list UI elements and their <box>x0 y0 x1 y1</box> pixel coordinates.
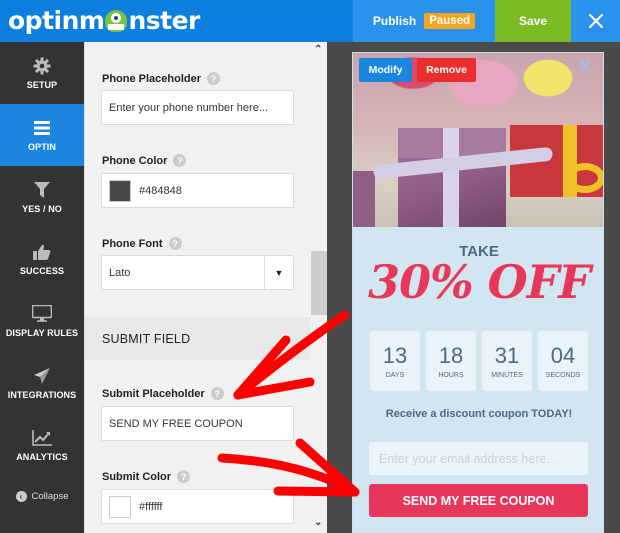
remove-image-button[interactable]: Remove <box>417 58 476 82</box>
help-icon[interactable]: ? <box>173 154 187 167</box>
optin-subtext: Receive a discount coupon TODAY! <box>385 408 573 420</box>
sidebar: SETUP OPTIN YES / NO SUCCESS DISPLAY RUL… <box>0 42 84 533</box>
gear-icon <box>32 57 52 75</box>
left-gift-shape <box>353 171 375 227</box>
help-icon[interactable]: ? <box>210 387 224 400</box>
sidebar-item-label: INTEGRATIONS <box>7 389 77 400</box>
help-icon[interactable]: ? <box>168 237 182 250</box>
filter-icon <box>32 181 52 199</box>
phone-color-label: Phone Color ? <box>102 154 187 167</box>
phone-placeholder-label: Phone Placeholder ? <box>102 72 221 85</box>
collapse-label: Collapse <box>31 490 69 502</box>
sidebar-item-label: SUCCESS <box>19 265 65 276</box>
optin-preview: Modify Remove ✖ TAKE 30% OFF 13 DAYS 18 … <box>352 52 604 533</box>
arrow-left-circle-icon: ‹ <box>15 490 27 502</box>
countdown-value: 31 <box>494 343 520 368</box>
color-swatch[interactable] <box>109 179 131 202</box>
modify-image-button[interactable]: Modify <box>359 58 412 82</box>
logo-text-left: optinm <box>8 5 105 35</box>
countdown-hours: 18 HOURS <box>426 331 476 391</box>
monitor-icon <box>32 305 52 323</box>
logo-text-right: nster <box>128 5 200 35</box>
help-icon[interactable]: ? <box>207 72 221 85</box>
sidebar-item-yes-no[interactable]: YES / NO <box>0 166 84 228</box>
countdown-value: 04 <box>550 343 576 368</box>
submit-color-input[interactable]: #ffffff <box>101 489 294 524</box>
ribbon-vertical-shape <box>443 128 459 227</box>
sidebar-item-label: ANALYTICS <box>16 451 68 462</box>
popup-close-icon[interactable]: ✖ <box>578 56 591 76</box>
collapse-button[interactable]: ‹ Collapse <box>0 476 84 516</box>
countdown-unit: HOURS <box>438 372 464 379</box>
publish-label: Publish <box>372 14 417 28</box>
color-swatch[interactable] <box>109 495 131 518</box>
submit-coupon-button[interactable]: SEND MY FREE COUPON <box>369 484 588 517</box>
caret-down-icon[interactable]: ▼ <box>264 256 293 289</box>
scroll-down-icon[interactable]: ⌄ <box>314 517 322 528</box>
label-text: Submit Color <box>102 470 172 483</box>
section-title-submit-field[interactable]: SUBMIT FIELD <box>85 317 311 360</box>
discount-headline: 30% OFF <box>367 255 591 309</box>
countdown-unit: MINUTES <box>491 372 523 379</box>
email-placeholder: Enter your email address here... <box>379 451 557 466</box>
optinmonster-logo[interactable]: optinm nster <box>8 5 200 35</box>
phone-color-input[interactable]: #484848 <box>101 173 294 208</box>
submit-placeholder-input[interactable]: SEND MY FREE COUPON <box>101 406 294 441</box>
top-bar: optinm nster Publish Paused Save <box>0 0 620 42</box>
countdown-unit: DAYS <box>385 372 405 379</box>
close-editor-button[interactable] <box>571 0 620 42</box>
countdown-days: 13 DAYS <box>370 331 420 391</box>
close-icon <box>588 14 603 28</box>
monster-mascot-icon <box>105 10 128 32</box>
label-text: Submit Placeholder <box>102 387 205 400</box>
submit-color-label: Submit Color ? <box>102 470 191 483</box>
scroll-up-icon[interactable]: ⌃ <box>314 44 322 55</box>
countdown-minutes: 31 MINUTES <box>482 331 532 391</box>
phone-placeholder-input[interactable]: Enter your phone number here... <box>101 90 294 125</box>
countdown-unit: SECONDS <box>545 372 581 379</box>
sidebar-item-label: DISPLAY RULES <box>5 327 79 338</box>
help-icon[interactable]: ? <box>177 470 191 483</box>
settings-panel: Phone Placeholder ? Enter your phone num… <box>84 42 327 533</box>
countdown-timer: 13 DAYS 18 HOURS 31 MINUTES 04 SECONDS <box>370 331 590 391</box>
sidebar-item-label: OPTIN <box>27 141 56 152</box>
input-value: Enter your phone number here... <box>109 101 268 114</box>
input-value: #ffffff <box>139 500 163 513</box>
sidebar-item-optin[interactable]: OPTIN <box>0 104 84 166</box>
sidebar-item-success[interactable]: SUCCESS <box>0 228 84 290</box>
optinmonster-editor: optinm nster Publish Paused Save SETUP O… <box>0 0 620 533</box>
submit-placeholder-label: Submit Placeholder ? <box>102 387 224 400</box>
chart-icon <box>32 429 52 447</box>
paper-plane-icon <box>32 367 52 385</box>
sidebar-item-analytics[interactable]: ANALYTICS <box>0 414 84 476</box>
status-badge: Paused <box>424 13 476 29</box>
countdown-value: 18 <box>438 343 464 368</box>
save-button[interactable]: Save <box>495 0 571 42</box>
sidebar-item-label: YES / NO <box>22 203 62 214</box>
publish-button[interactable]: Publish Paused <box>353 0 495 42</box>
sidebar-item-display-rules[interactable]: DISPLAY RULES <box>0 290 84 352</box>
label-text: Phone Font <box>102 237 163 250</box>
label-text: Phone Color <box>102 154 168 167</box>
menu-icon <box>32 119 52 137</box>
thumbs-up-icon <box>32 243 52 261</box>
select-value: Lato <box>109 266 131 279</box>
label-text: Phone Placeholder <box>102 72 202 85</box>
email-input[interactable]: Enter your email address here... <box>369 442 588 475</box>
sidebar-item-label: SETUP <box>26 79 58 90</box>
input-value: #484848 <box>139 184 182 197</box>
sidebar-item-integrations[interactable]: INTEGRATIONS <box>0 352 84 414</box>
phone-font-select[interactable]: Lato ▼ <box>101 255 294 290</box>
countdown-value: 13 <box>382 343 408 368</box>
countdown-seconds: 04 SECONDS <box>538 331 588 391</box>
yellow-ribbon-loop-shape <box>565 163 603 193</box>
input-value: SEND MY FREE COUPON <box>109 417 243 430</box>
gift-boxes-image: Modify Remove ✖ <box>353 53 603 227</box>
phone-font-label: Phone Font ? <box>102 237 182 250</box>
sidebar-item-setup[interactable]: SETUP <box>0 42 84 104</box>
scrollbar-thumb[interactable] <box>311 251 327 315</box>
